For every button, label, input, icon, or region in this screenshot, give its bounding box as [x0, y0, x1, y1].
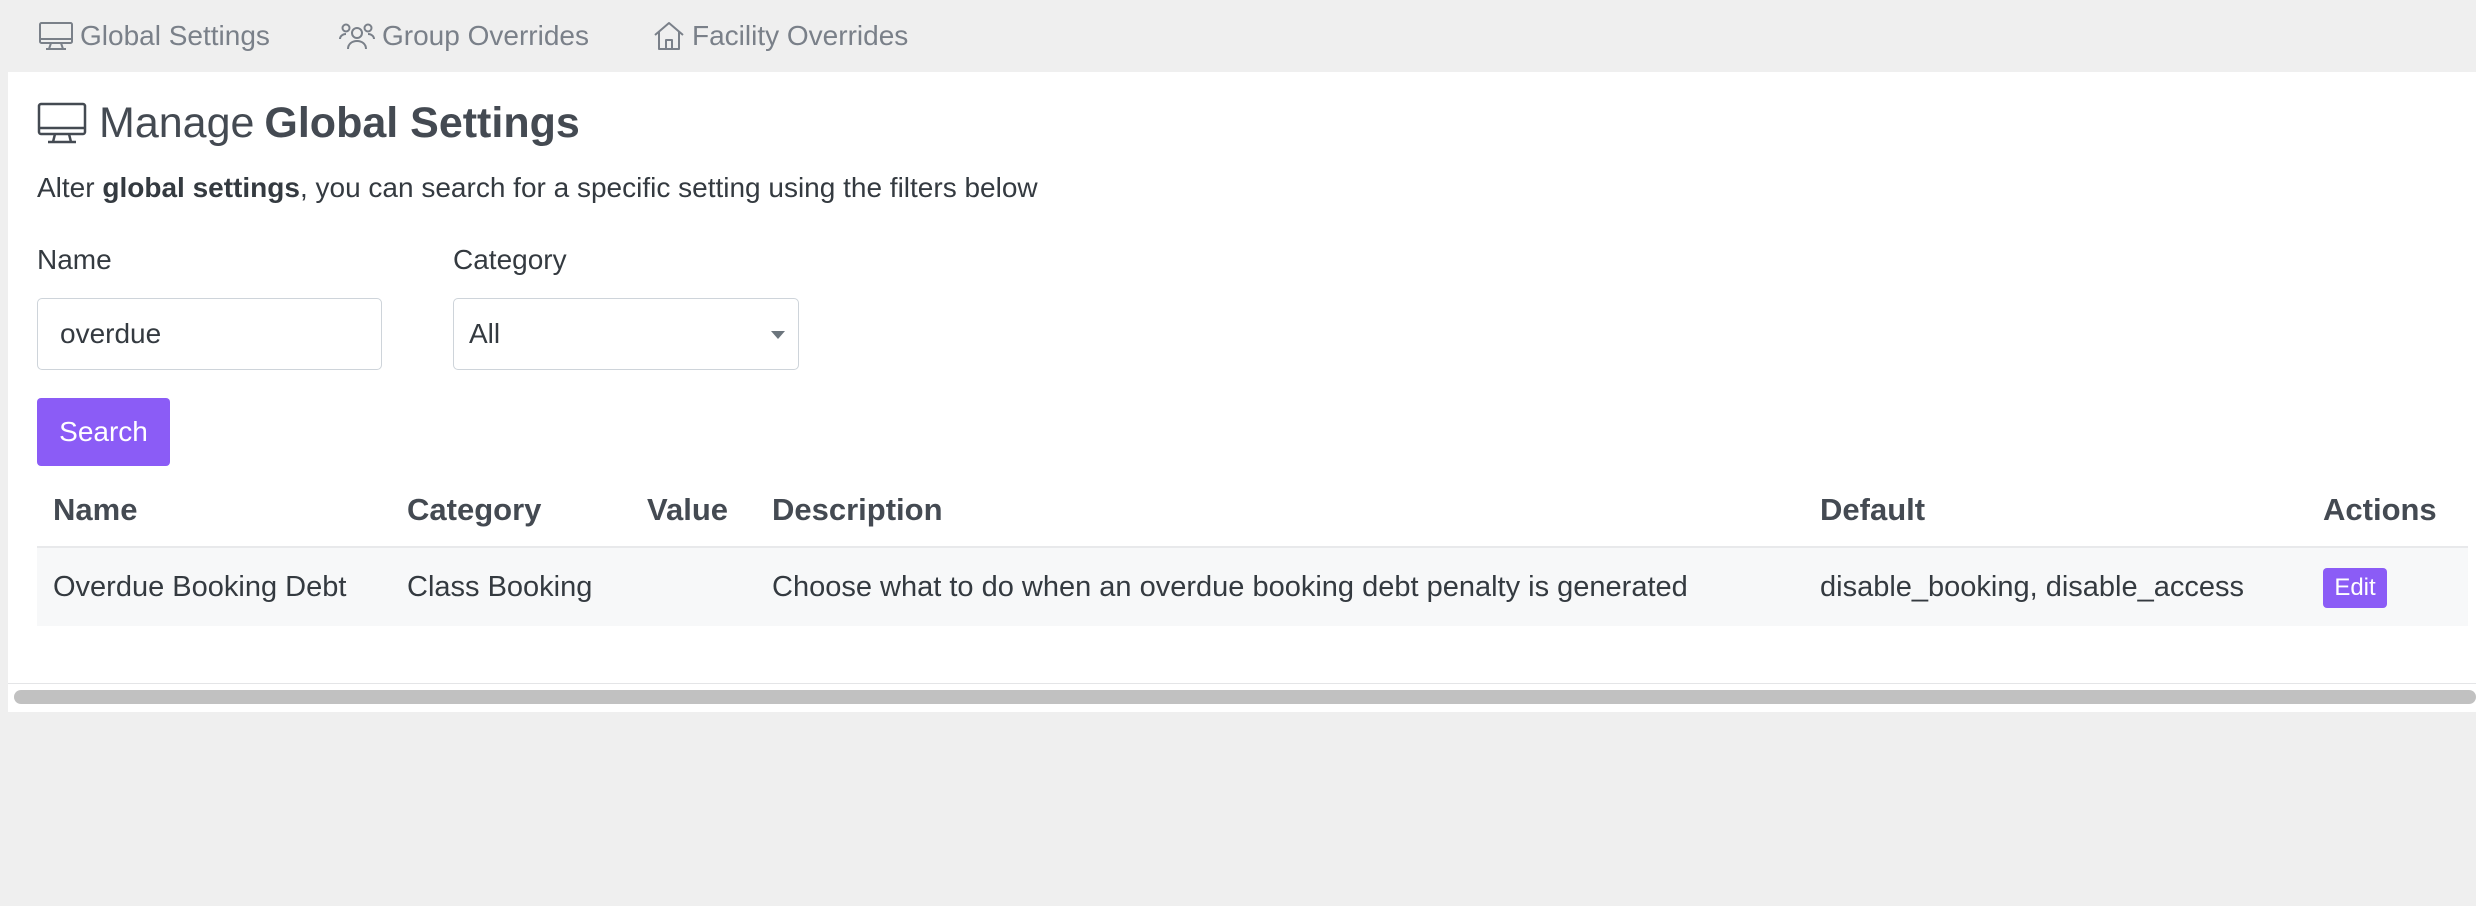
column-header-name: Name — [53, 492, 138, 527]
cell-category: Class Booking — [407, 571, 593, 603]
chevron-down-icon — [771, 331, 785, 339]
subtitle-post: , you can search for a specific setting … — [299, 172, 1038, 203]
column-header-value: Value — [647, 492, 728, 527]
cell-default: disable_booking, disable_access — [1820, 571, 2245, 603]
tab-label: Global Settings — [80, 20, 270, 51]
tab-group-overrides[interactable]: Group Overrides — [338, 0, 589, 72]
page-subtitle: Alter global settings, you can search fo… — [37, 172, 1038, 204]
subtitle-pre: Alter — [37, 172, 95, 203]
monitor-icon — [37, 102, 87, 144]
tab-global-settings[interactable]: Global Settings — [38, 0, 270, 72]
table-header: Name Category Value Description Default … — [37, 472, 2468, 548]
edit-button[interactable]: Edit — [2323, 568, 2387, 608]
category-filter-label: Category — [453, 244, 567, 275]
category-filter-select[interactable]: All — [453, 298, 799, 370]
cell-description: Choose what to do when an overdue bookin… — [772, 571, 1688, 603]
subtitle-bold: global settings — [102, 172, 300, 203]
table-row: Overdue Booking Debt Class Booking Choos… — [37, 548, 2468, 626]
tab-facility-overrides[interactable]: Facility Overrides — [652, 0, 908, 72]
search-button[interactable]: Search — [37, 398, 170, 466]
divider — [8, 683, 2476, 684]
tab-label: Facility Overrides — [692, 20, 909, 51]
home-icon — [654, 22, 684, 50]
name-filter-input[interactable] — [37, 298, 382, 370]
category-selected-value: All — [469, 318, 501, 349]
name-filter-label: Name — [37, 244, 112, 275]
horizontal-scrollbar[interactable] — [14, 690, 2476, 704]
tab-label: Group Overrides — [382, 20, 589, 51]
page-title-prefix: Manage — [99, 98, 255, 147]
column-header-default: Default — [1820, 492, 1926, 527]
monitor-icon — [39, 22, 73, 50]
column-header-description: Description — [772, 492, 943, 527]
column-header-actions: Actions — [2323, 492, 2437, 527]
page-title-strong: Global Settings — [264, 98, 580, 147]
cell-name: Overdue Booking Debt — [53, 571, 347, 603]
settings-tabbar: Global Settings Group Overrides Facility… — [0, 0, 2476, 72]
settings-table: Name Category Value Description Default … — [37, 472, 2468, 626]
settings-card: Manage Global Settings Alter global sett… — [8, 72, 2476, 712]
column-header-category: Category — [407, 492, 542, 527]
page-title: Manage Global Settings — [37, 98, 580, 148]
users-icon — [339, 23, 375, 50]
